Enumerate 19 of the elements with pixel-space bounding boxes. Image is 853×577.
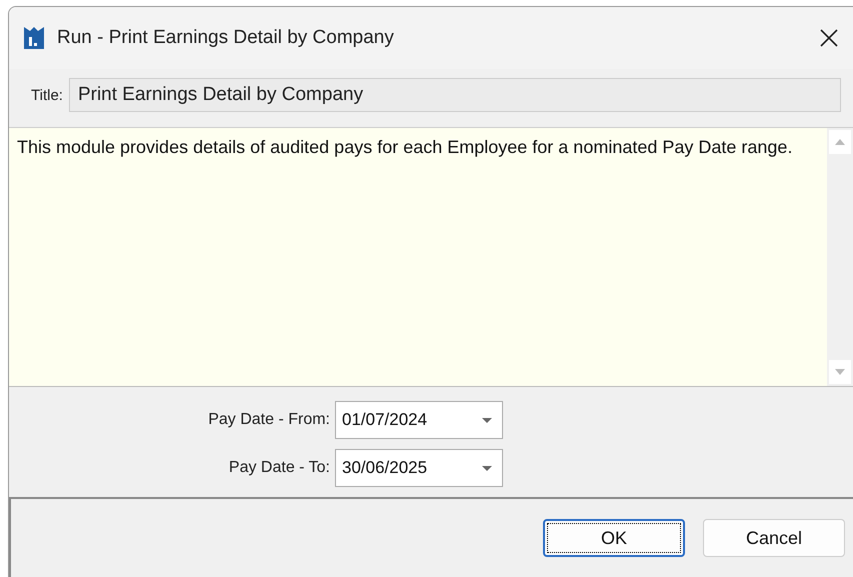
description-text: This module provides details of audited pays for each Employee for a nominated Pay Date range. [16, 136, 794, 159]
scroll-up-button[interactable] [829, 130, 851, 154]
down-arrow-icon [835, 369, 845, 375]
app-logo-icon [23, 26, 45, 50]
up-arrow-icon [835, 139, 845, 145]
scrollbar[interactable] [827, 128, 853, 386]
date-dropdown[interactable]: 30/06/2025 [335, 449, 503, 487]
dropdown-caret-icon [482, 418, 492, 422]
date-dropdown[interactable]: 01/07/2024 [335, 401, 503, 439]
dialog-button[interactable]: OK [543, 519, 685, 557]
date-label: Pay Date - To: [228, 459, 331, 477]
dropdown-caret-icon [482, 466, 492, 470]
title-label: Title: [31, 86, 63, 104]
window-title: Run - Print Earnings Detail by Company [57, 27, 395, 49]
close-icon[interactable] [819, 28, 839, 48]
date-label: Pay Date - From: [207, 411, 331, 429]
scroll-down-button[interactable] [829, 360, 851, 384]
title-field[interactable]: Print Earnings Detail by Company [68, 78, 841, 112]
dialog-button[interactable]: Cancel [703, 519, 845, 557]
